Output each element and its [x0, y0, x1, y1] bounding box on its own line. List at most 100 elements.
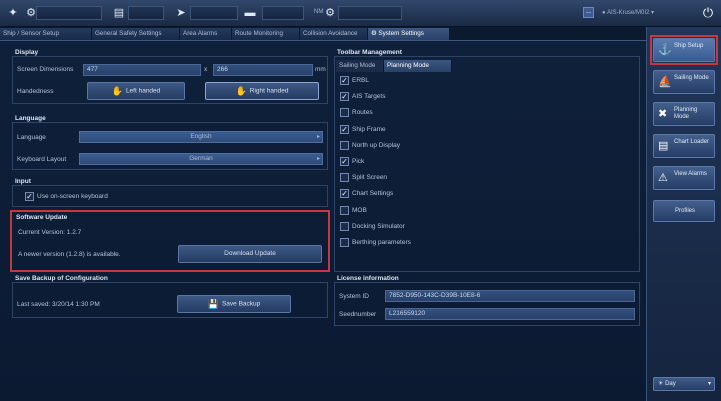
software-update-group: Software Update Current Version: 1.2.7 A…: [13, 214, 327, 267]
toolbar-item-label: Berthing parameters: [352, 239, 411, 246]
user-display[interactable]: ● AIS-Kruse/M0I2 ▾: [598, 6, 692, 20]
handedness-label: Handedness: [17, 88, 54, 95]
ship-setup-button[interactable]: ⚓ Ship Setup: [653, 38, 715, 62]
tab-planning-mode[interactable]: Planning Mode: [384, 60, 452, 72]
chevron-down-icon: ▸: [316, 156, 320, 162]
toolbar-item-checkbox[interactable]: ✓: [340, 157, 349, 166]
planning-mode-button[interactable]: ✖ Planning Mode: [653, 102, 715, 126]
toolbar-item-label: Routes: [352, 109, 373, 117]
tab-system-settings[interactable]: ⚙ System Settings: [368, 28, 450, 40]
ship-position-icon[interactable]: ➤: [174, 6, 188, 21]
seednumber-label: Seednumber: [339, 311, 377, 318]
tab-sailing-mode[interactable]: Sailing Mode: [336, 60, 384, 72]
toolbar-field-5[interactable]: [338, 6, 402, 20]
scale-icon[interactable]: ▤: [112, 6, 126, 21]
input-title: Input: [15, 178, 31, 185]
toolbar-item-label: Docking Simulator: [352, 222, 405, 230]
seednumber-field: L216559120: [385, 308, 635, 320]
system-id-field: 7852-D950-143C-D39B-10E8-6: [385, 290, 635, 302]
toolbar-item-label: Chart Settings: [352, 190, 394, 198]
sun-icon: ☀: [658, 381, 664, 387]
toolbar-item-checkbox[interactable]: [340, 205, 349, 215]
license-title: License information: [337, 275, 399, 282]
download-update-button[interactable]: Download Update: [178, 245, 322, 263]
language-select[interactable]: English ▸: [79, 131, 323, 143]
floppy-disk-icon: 💾: [207, 299, 219, 309]
sailing-mode-button[interactable]: ⛵ Sailing Mode: [653, 70, 715, 94]
chevron-down-icon: ▸: [316, 134, 320, 140]
power-icon[interactable]: ⏻: [700, 4, 716, 22]
settings-gear-icon[interactable]: ⚙: [323, 6, 337, 21]
user-status-icon[interactable]: —: [583, 7, 594, 18]
screen-width-field[interactable]: 477: [83, 64, 201, 76]
top-toolbar: ✦ ⚙ ▤ ➤ ▬ NM ⚙ — ● AIS-Kruse/M0I2 ▾ ⏻: [0, 0, 721, 27]
toolbar-item-checkbox[interactable]: ✓: [340, 189, 349, 199]
person-icon: ●: [602, 10, 606, 16]
route-tool-icon[interactable]: ✦: [6, 6, 20, 21]
save-backup-button[interactable]: 💾 Save Backup: [177, 295, 291, 313]
tab-ship-sensor-setup[interactable]: Ship / Sensor Setup: [0, 28, 92, 40]
system-settings-panel: Display Screen Dimensions 477 x 266 mm H…: [0, 40, 646, 401]
tab-general-safety-settings[interactable]: General Safety Settings: [92, 28, 180, 40]
software-update-title: Software Update: [16, 214, 68, 221]
keyboard-layout-select[interactable]: German ▸: [79, 153, 323, 165]
right-hand-icon: ✋: [235, 86, 247, 96]
tab-area-alarms[interactable]: Area Alarms: [180, 28, 232, 40]
user-dropdown-icon[interactable]: ▾: [651, 10, 654, 16]
toolbar-item-checkbox[interactable]: [340, 238, 349, 247]
nm-label: NM: [314, 9, 324, 15]
input-group: Input ✓ Use on-screen keyboard: [12, 178, 328, 207]
onscreen-keyboard-checkbox[interactable]: ✓: [25, 192, 34, 201]
left-hand-icon: ✋: [111, 86, 123, 96]
language-group: Language Language English ▸ Keyboard Layo…: [12, 115, 328, 170]
backup-title: Save Backup of Configuration: [15, 275, 108, 282]
chevron-down-icon: ▾: [707, 381, 711, 387]
toolbar-item-label: Ship Frame: [352, 125, 386, 133]
speed-bar-icon[interactable]: ▬: [242, 6, 258, 21]
screen-dimensions-label: Screen Dimensions: [17, 66, 74, 73]
left-handed-button[interactable]: ✋ Left handed: [87, 82, 185, 100]
toolbar-item-checkbox[interactable]: ✓: [340, 92, 349, 102]
toolbar-item-label: AIS Targets: [352, 93, 386, 101]
tab-collision-avoidance[interactable]: Collision Avoidance: [300, 28, 368, 40]
system-id-label: System ID: [339, 293, 369, 300]
toolbar-item-checkbox[interactable]: [340, 108, 349, 118]
language-label: Language: [17, 134, 46, 141]
backup-group: Save Backup of Configuration Last saved:…: [12, 275, 328, 318]
user-name: AIS-Kruse/M0I2: [606, 10, 650, 16]
toolbar-management-group: Toolbar Management Sailing Mode Planning…: [334, 49, 640, 272]
license-group: License information System ID 7852-D950-…: [334, 275, 640, 326]
toolbar-item-checkbox[interactable]: [340, 173, 349, 183]
system-gear-icon: ⚙: [371, 30, 377, 37]
display-group: Display Screen Dimensions 477 x 266 mm H…: [12, 49, 328, 104]
right-handed-button[interactable]: ✋ Right handed: [205, 82, 319, 100]
toolbar-item-checkbox[interactable]: [340, 221, 349, 231]
profiles-button[interactable]: Profiles: [653, 200, 715, 222]
last-saved-text: Last saved: 3/20/14 1:30 PM: [17, 301, 100, 308]
chart-loader-icon: ▤: [658, 140, 669, 152]
screen-height-field[interactable]: 266: [213, 64, 313, 76]
toolbar-item-label: MOB: [352, 206, 367, 214]
toolbar-item-checkbox[interactable]: ✓: [340, 76, 349, 85]
view-alarms-button[interactable]: ⚠ View Alarms: [653, 166, 715, 190]
alarm-icon: ⚠: [658, 172, 668, 184]
toolbar-item-checkbox[interactable]: [340, 140, 349, 150]
display-title: Display: [15, 49, 39, 56]
right-sidebar: ⚓ Ship Setup ⛵ Sailing Mode ✖ Planning M…: [646, 27, 721, 401]
toolbar-field-4[interactable]: [262, 6, 304, 20]
planning-mode-icon: ✖: [658, 108, 668, 120]
onscreen-keyboard-label: Use on-screen keyboard: [37, 193, 108, 200]
toolbar-item-checkbox[interactable]: ✓: [340, 124, 349, 134]
toolbar-item-label: Pick: [352, 158, 365, 165]
day-night-toggle[interactable]: ☀ Day ▾: [653, 377, 715, 391]
toolbar-field-1[interactable]: [36, 6, 102, 20]
keyboard-layout-label: Keyboard Layout: [17, 156, 67, 163]
toolbar-field-3[interactable]: [190, 6, 238, 20]
chart-loader-button[interactable]: ▤ Chart Loader: [653, 134, 715, 158]
toolbar-item-label: Split Screen: [352, 174, 388, 182]
toolbar-field-2[interactable]: [128, 6, 164, 20]
tab-route-monitoring[interactable]: Route Monitoring: [232, 28, 300, 40]
dimension-separator: x: [204, 66, 208, 73]
current-version-text: Current Version: 1.2.7: [18, 229, 82, 236]
tab-bar: Ship / Sensor Setup General Safety Setti…: [0, 28, 450, 40]
